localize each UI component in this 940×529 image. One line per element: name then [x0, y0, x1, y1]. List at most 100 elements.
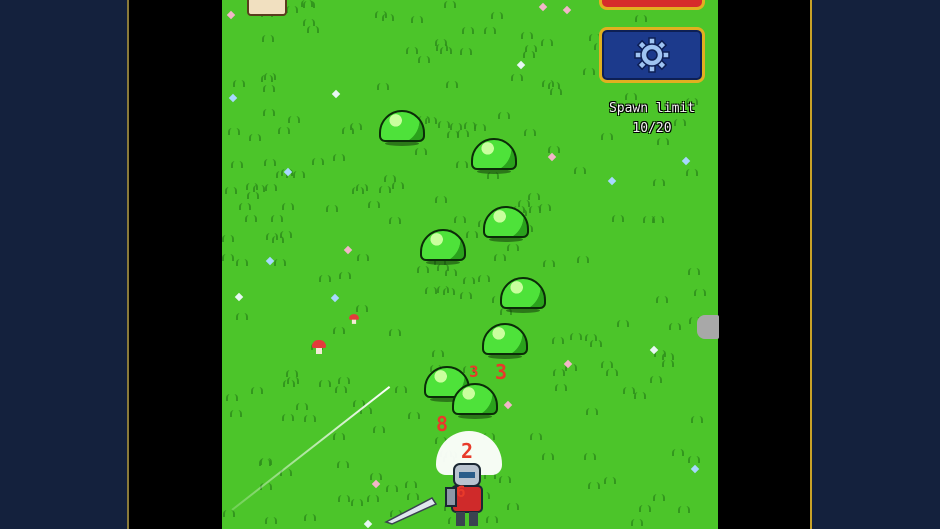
grass-tuft: [425, 117, 437, 124]
grass-tuft: [669, 323, 681, 330]
grass-tuft: [474, 124, 486, 131]
grass-tuft: [333, 327, 345, 334]
grass-tuft: [523, 51, 535, 58]
grass-tuft: [585, 334, 597, 341]
grass-tuft: [377, 83, 389, 90]
grass-tuft: [653, 179, 665, 186]
grass-tuft: [265, 184, 277, 191]
mushroom: [349, 314, 359, 324]
grass-tuft: [548, 146, 560, 153]
grass-tuft: [601, 361, 613, 368]
grass-tuft: [389, 329, 401, 336]
grass-tuft: [392, 182, 404, 189]
grass-tuft: [357, 254, 369, 261]
grass-tuft: [245, 215, 257, 222]
grass-tuft: [570, 333, 582, 340]
grass-tuft: [491, 12, 503, 19]
grass-tuft: [226, 394, 238, 401]
grass-tuft: [456, 161, 468, 168]
grass-tuft: [617, 320, 629, 327]
grass-tuft: [454, 216, 466, 223]
spawn-limit-label: Spawn limit: [608, 101, 696, 116]
grass-tuft: [261, 75, 273, 82]
flower: [607, 176, 617, 186]
grass-tuft: [373, 426, 385, 433]
grass-tuft: [528, 193, 540, 200]
player-knight[interactable]: [440, 460, 494, 529]
flower: [681, 156, 691, 166]
grass-tuft: [236, 313, 248, 320]
grass-tuft: [498, 112, 510, 119]
grass-tuft: [507, 244, 519, 251]
grass-tuft: [524, 129, 536, 136]
grass-tuft: [604, 477, 616, 484]
grass-tuft: [635, 15, 647, 22]
damage-number: 8: [436, 412, 449, 436]
grass-tuft: [304, 514, 316, 521]
damage-number: 3: [469, 362, 479, 381]
grass-tuft: [233, 80, 245, 87]
grass-tuft: [612, 215, 624, 222]
grass-tuft: [304, 415, 316, 422]
grass-tuft: [478, 275, 490, 282]
grass-tuft: [405, 481, 417, 488]
grass-tuft: [367, 495, 379, 502]
grass-tuft: [634, 392, 646, 399]
grass-tuft: [686, 169, 698, 176]
grass-tuft: [590, 340, 602, 347]
grass-tuft: [333, 433, 345, 440]
red-menu-button[interactable]: [599, 0, 705, 10]
grass-tuft: [577, 256, 589, 263]
grass-tuft: [246, 183, 258, 190]
grass-tuft: [287, 377, 299, 384]
grass-tuft: [262, 35, 274, 42]
grass-tuft: [249, 134, 261, 141]
grass-tuft: [259, 459, 271, 466]
grass-tuft: [657, 138, 669, 145]
grass-tuft: [356, 305, 368, 312]
grass-tuft: [445, 269, 457, 276]
grass-tuft: [239, 203, 251, 210]
grass-tuft: [408, 412, 420, 419]
damage-number: 6: [456, 482, 466, 501]
settings-button[interactable]: [599, 27, 705, 83]
grass-tuft: [293, 171, 305, 178]
grass-tuft: [228, 128, 240, 135]
flower: [690, 464, 700, 474]
grass-tuft: [236, 259, 248, 266]
grass-tuft: [411, 16, 423, 23]
grass-tuft: [326, 205, 338, 212]
grass-tuft: [639, 505, 651, 512]
grass-tuft: [303, 19, 315, 26]
flower: [363, 519, 373, 529]
grass-tuft: [335, 386, 347, 393]
grass-tuft: [303, 1, 315, 8]
grass-tuft: [643, 216, 655, 223]
grass-tuft: [338, 495, 350, 502]
grass-tuft: [384, 175, 396, 182]
grass-tuft: [463, 277, 475, 284]
grass-tuft: [339, 272, 351, 279]
grass-tuft: [588, 482, 600, 489]
grass-tuft: [688, 268, 700, 275]
grass-tuft: [382, 14, 394, 21]
grass-tuft: [264, 159, 276, 166]
grass-tuft: [460, 48, 472, 55]
grass-tuft: [450, 123, 462, 130]
grass-tuft: [606, 369, 618, 376]
flower: [371, 479, 381, 489]
grass-tuft: [436, 44, 448, 51]
grass-tuft: [542, 453, 554, 460]
grass-tuft: [584, 453, 596, 460]
grass-tuft: [282, 414, 294, 421]
grass-tuft: [417, 266, 429, 273]
grass-tuft: [656, 296, 668, 303]
flower: [331, 89, 341, 99]
grass-tuft: [282, 203, 294, 210]
inventory-icon[interactable]: [247, 0, 287, 16]
flower: [265, 256, 275, 266]
grass-tuft: [274, 259, 286, 266]
grass-tuft: [222, 235, 234, 242]
grass-tuft: [460, 292, 472, 299]
grass-tuft: [337, 461, 349, 468]
